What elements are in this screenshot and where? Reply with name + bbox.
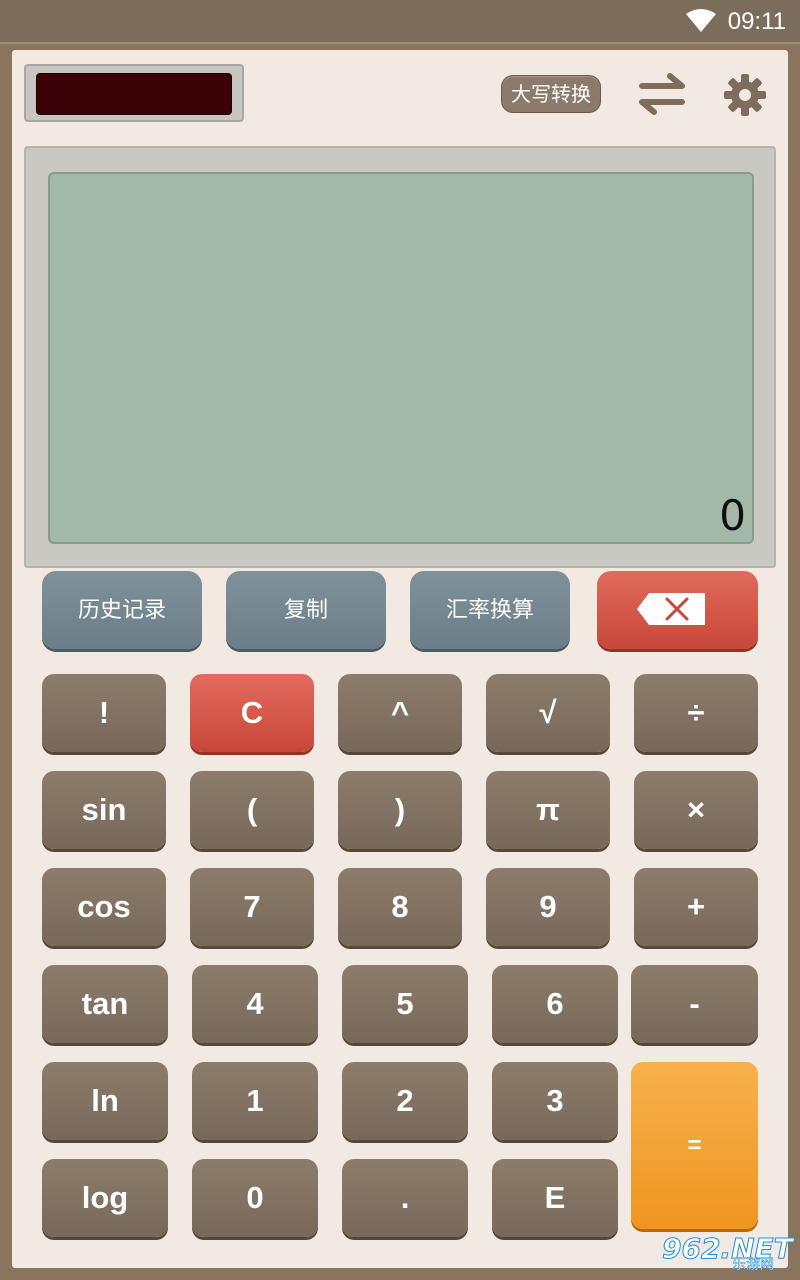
digit-5-key[interactable]: 5	[342, 965, 468, 1043]
tan-key[interactable]: tan	[42, 965, 168, 1043]
sqrt-key[interactable]: √	[486, 674, 610, 752]
clear-key[interactable]: C	[190, 674, 314, 752]
digit-6-key[interactable]: 6	[492, 965, 618, 1043]
copy-button[interactable]: 复制	[226, 571, 386, 649]
left-paren-key[interactable]: (	[190, 771, 314, 849]
digit-1-key[interactable]: 1	[192, 1062, 318, 1140]
solar-panel	[24, 64, 244, 122]
swap-icon[interactable]	[636, 72, 688, 116]
power-key[interactable]: ^	[338, 674, 462, 752]
backspace-button[interactable]	[597, 571, 758, 649]
digit-0-key[interactable]: 0	[192, 1159, 318, 1237]
digit-2-key[interactable]: 2	[342, 1062, 468, 1140]
display-value: 0	[719, 491, 746, 540]
gear-icon[interactable]	[722, 72, 768, 118]
status-time: 09:11	[727, 8, 786, 35]
wifi-icon	[686, 9, 716, 32]
divide-key[interactable]: ÷	[634, 674, 758, 752]
exchange-rate-button[interactable]: 汇率换算	[410, 571, 570, 649]
solar-cell	[36, 73, 232, 115]
watermark: 962.NET 乐游网	[662, 1232, 794, 1274]
factorial-key[interactable]: !	[42, 674, 166, 752]
history-button[interactable]: 历史记录	[42, 571, 202, 649]
ln-key[interactable]: ln	[42, 1062, 168, 1140]
digit-9-key[interactable]: 9	[486, 868, 610, 946]
caps-convert-button[interactable]: 大写转换	[501, 75, 601, 113]
digit-7-key[interactable]: 7	[190, 868, 314, 946]
display-screen: 0	[48, 172, 754, 544]
backspace-icon	[637, 593, 705, 625]
watermark-sub: 乐游网	[732, 1256, 775, 1273]
equals-key[interactable]: =	[631, 1062, 758, 1229]
digit-8-key[interactable]: 8	[338, 868, 462, 946]
minus-key[interactable]: -	[631, 965, 758, 1043]
display-bezel: 0	[24, 146, 776, 568]
plus-key[interactable]: +	[634, 868, 758, 946]
exponent-key[interactable]: E	[492, 1159, 618, 1237]
multiply-key[interactable]: ×	[634, 771, 758, 849]
cos-key[interactable]: cos	[42, 868, 166, 946]
sin-key[interactable]: sin	[42, 771, 166, 849]
pi-key[interactable]: π	[486, 771, 610, 849]
right-paren-key[interactable]: )	[338, 771, 462, 849]
decimal-key[interactable]: .	[342, 1159, 468, 1237]
status-bar: 09:11	[0, 0, 800, 42]
digit-4-key[interactable]: 4	[192, 965, 318, 1043]
log-key[interactable]: log	[42, 1159, 168, 1237]
digit-3-key[interactable]: 3	[492, 1062, 618, 1140]
